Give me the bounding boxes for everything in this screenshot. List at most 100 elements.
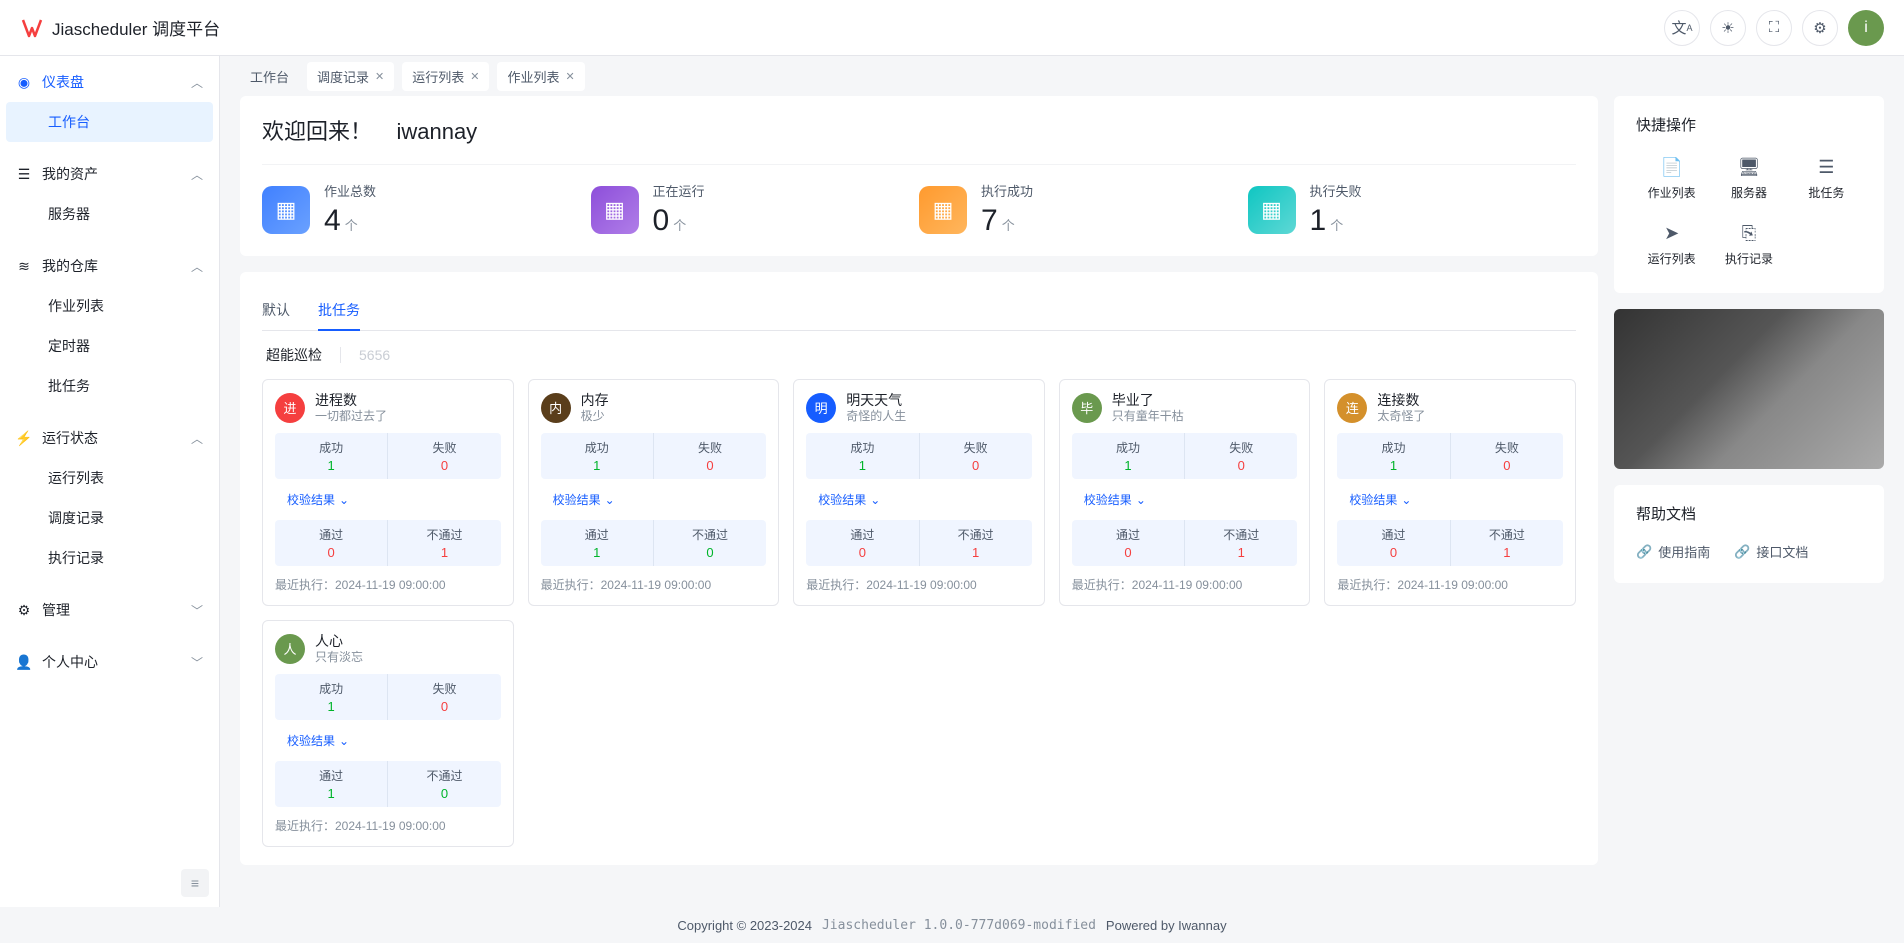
- topbar: Jiascheduler 调度平台 文A ☀ ⛶ ⚙ i: [0, 0, 1904, 56]
- nav-repo[interactable]: ≋我的仓库 ︿: [0, 246, 219, 286]
- task-card[interactable]: 毕 毕业了 只有童年干枯 成功1 失败0 校验结果 ⌄ 通过0 不通过1 最近执…: [1059, 379, 1311, 606]
- task-card[interactable]: 进 进程数 一切都过去了 成功1 失败0 校验结果 ⌄ 通过0 不通过1 最近执…: [262, 379, 514, 606]
- welcome-card: 欢迎回来！ iwannay ▦ 作业总数 4个 ▦ 正在运行 0个 ▦ 执行成功…: [240, 96, 1598, 256]
- footer-version: Jiascheduler 1.0.0-777d069-modified: [822, 918, 1096, 933]
- quick-icon: 📄: [1660, 157, 1682, 178]
- task-lastrun: 最近执行：2024-11-19 09:00:00: [1072, 576, 1298, 593]
- main-area: 工作台调度记录✕运行列表✕作业列表✕ 欢迎回来！ iwannay ▦ 作业总数 …: [220, 56, 1904, 907]
- check-result-toggle[interactable]: 校验结果 ⌄: [806, 489, 1032, 510]
- inner-tabs: 默认 批任务: [262, 290, 1576, 331]
- nav-execlog[interactable]: 执行记录: [0, 538, 219, 578]
- quick-icon: ➤: [1664, 223, 1679, 244]
- task-titles: 内存 极少: [581, 392, 609, 423]
- sidebar-collapse-button[interactable]: ≡: [181, 869, 209, 897]
- dashboard-icon: ◉: [16, 74, 32, 90]
- task-subtitle: 一切都过去了: [315, 409, 387, 423]
- tab-label: 运行列表: [412, 67, 464, 86]
- inner-tab-batch[interactable]: 批任务: [318, 290, 360, 330]
- app-title: Jiascheduler 调度平台: [52, 15, 220, 40]
- task-title: 毕业了: [1112, 392, 1184, 409]
- check-result-toggle[interactable]: 校验结果 ⌄: [275, 730, 501, 751]
- metric-pass: 通过1: [275, 761, 388, 807]
- nav-joblist[interactable]: 作业列表: [0, 286, 219, 326]
- nav-server[interactable]: 服务器: [0, 194, 219, 234]
- metric-success: 成功1: [1072, 433, 1185, 479]
- user-avatar[interactable]: i: [1848, 10, 1884, 46]
- theme-toggle-button[interactable]: ☀: [1710, 10, 1746, 46]
- task-head: 进 进程数 一切都过去了: [275, 392, 501, 423]
- layers-icon: ≋: [16, 258, 32, 274]
- nav-timer[interactable]: 定时器: [0, 326, 219, 366]
- stat-unit: 个: [345, 218, 358, 233]
- close-icon[interactable]: ✕: [566, 70, 575, 83]
- task-titles: 人心 只有淡忘: [315, 633, 363, 664]
- metric-pass: 通过0: [275, 520, 388, 566]
- stat-body: 执行失败 1个: [1310, 181, 1362, 238]
- task-title: 进程数: [315, 392, 387, 409]
- metric-fail: 失败0: [1451, 433, 1563, 479]
- nav-workspace[interactable]: 工作台: [6, 102, 213, 142]
- tab-0[interactable]: 工作台: [240, 62, 299, 91]
- tab-3[interactable]: 作业列表✕: [497, 62, 584, 91]
- stat-body: 正在运行 0个: [653, 181, 705, 238]
- nav-runlist[interactable]: 运行列表: [0, 458, 219, 498]
- task-head: 内 内存 极少: [541, 392, 767, 423]
- help-link[interactable]: 🔗使用指南: [1636, 538, 1710, 565]
- close-icon[interactable]: ✕: [470, 70, 479, 83]
- quick-item[interactable]: ☰批任务: [1791, 149, 1862, 209]
- tab-1[interactable]: 调度记录✕: [307, 62, 394, 91]
- task-card[interactable]: 内 内存 极少 成功1 失败0 校验结果 ⌄ 通过1 不通过0 最近执行：202…: [528, 379, 780, 606]
- metric-fail: 失败0: [388, 433, 500, 479]
- footer-powered: Powered by Iwannay: [1106, 918, 1227, 933]
- metric-block-1: 成功1 失败0: [275, 433, 501, 479]
- quick-title: 快捷操作: [1636, 114, 1862, 135]
- close-icon[interactable]: ✕: [375, 70, 384, 83]
- nav-runstate[interactable]: ⚡运行状态 ︿: [0, 418, 219, 458]
- metric-success: 成功1: [275, 674, 388, 720]
- task-card[interactable]: 明 明天天气 奇怪的人生 成功1 失败0 校验结果 ⌄ 通过0 不通过1 最近执…: [793, 379, 1045, 606]
- chevron-down-icon: ⌄: [1136, 493, 1146, 507]
- footer: Copyright © 2023-2024 Jiascheduler 1.0.0…: [0, 907, 1904, 943]
- quick-label: 服务器: [1731, 184, 1767, 201]
- task-title: 内存: [581, 392, 609, 409]
- nav-assets[interactable]: ☰我的资产 ︿: [0, 154, 219, 194]
- check-result-toggle[interactable]: 校验结果 ⌄: [275, 489, 501, 510]
- settings-button[interactable]: ⚙: [1802, 10, 1838, 46]
- nav-admin[interactable]: ⚙管理 ﹀: [0, 590, 219, 630]
- stat-unit: 个: [1330, 218, 1343, 233]
- check-result-toggle[interactable]: 校验结果 ⌄: [541, 489, 767, 510]
- inner-tab-default[interactable]: 默认: [262, 290, 290, 330]
- nav-schedulelog[interactable]: 调度记录: [0, 498, 219, 538]
- quick-item[interactable]: ➤运行列表: [1636, 215, 1707, 275]
- metric-fail: 失败0: [654, 433, 766, 479]
- quick-icon: 🖥: [1738, 157, 1761, 178]
- check-result-toggle[interactable]: 校验结果 ⌄: [1337, 489, 1563, 510]
- quick-item[interactable]: ⎘执行记录: [1713, 215, 1784, 275]
- metric-success: 成功1: [541, 433, 654, 479]
- stat-item: ▦ 作业总数 4个: [262, 181, 591, 238]
- nav-personal[interactable]: 👤个人中心 ﹀: [0, 642, 219, 682]
- nav-batch[interactable]: 批任务: [0, 366, 219, 406]
- quick-item[interactable]: 🖥 服务器: [1713, 149, 1784, 209]
- tab-label: 工作台: [250, 67, 289, 86]
- user-icon: 👤: [16, 654, 32, 670]
- task-titles: 进程数 一切都过去了: [315, 392, 387, 423]
- metric-block-1: 成功1 失败0: [806, 433, 1032, 479]
- language-button[interactable]: 文A: [1664, 10, 1700, 46]
- quick-item[interactable]: 📄作业列表: [1636, 149, 1707, 209]
- tab-2[interactable]: 运行列表 ✕: [402, 62, 489, 91]
- section-sub: 5656: [340, 347, 390, 363]
- task-subtitle: 极少: [581, 409, 609, 423]
- bolt-icon: ⚡: [16, 430, 32, 446]
- stat-item: ▦ 执行成功 7个: [919, 181, 1248, 238]
- check-result-toggle[interactable]: 校验结果 ⌄: [1072, 489, 1298, 510]
- fullscreen-button[interactable]: ⛶: [1756, 10, 1792, 46]
- metric-pass: 通过0: [1072, 520, 1185, 566]
- task-card[interactable]: 人 人心 只有淡忘 成功1 失败0 校验结果 ⌄ 通过1 不通过0 最近执行：2…: [262, 620, 514, 847]
- nav-dashboard[interactable]: ◉仪表盘 ︿: [0, 62, 219, 102]
- task-card[interactable]: 连 连接数 太奇怪了 成功1 失败0 校验结果 ⌄ 通过0 不通过1 最近执行：…: [1324, 379, 1576, 606]
- help-link[interactable]: 🔗接口文档: [1734, 538, 1808, 565]
- metric-nopass: 不通过1: [920, 520, 1032, 566]
- nav-dashboard-label: 仪表盘: [42, 72, 84, 92]
- quick-label: 批任务: [1808, 184, 1844, 201]
